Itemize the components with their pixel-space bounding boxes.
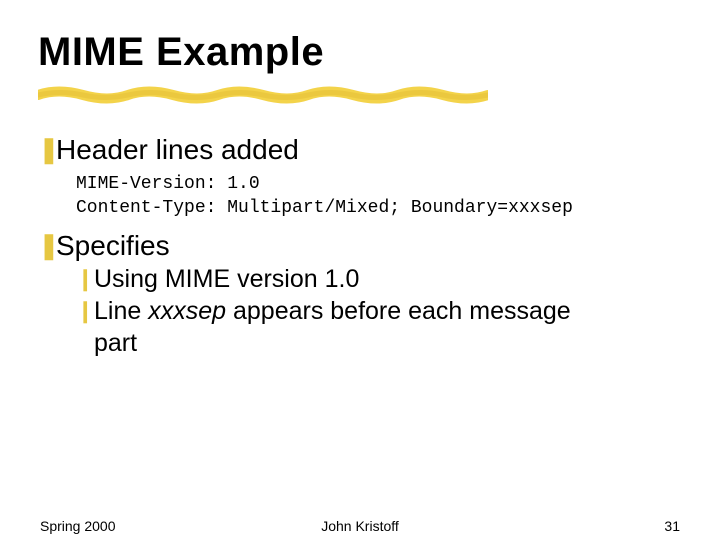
bullet-icon: ❙ — [76, 296, 94, 326]
code-line-1: MIME-Version: 1.0 — [76, 174, 260, 194]
sub-bullet-group: ❙ Using MIME version 1.0 ❙ Line xxxsep a… — [76, 264, 682, 358]
xxxsep-term: xxxsep — [148, 297, 226, 325]
slide-title: MIME Example — [38, 30, 324, 75]
bullet-header-lines: ❚ Header lines added — [38, 134, 682, 166]
sub-bullet-text-cont: part — [94, 328, 137, 358]
bullet-icon: ❚ — [38, 230, 56, 260]
sub-bullet-text: Using MIME version 1.0 — [94, 264, 359, 294]
code-line-2: Content-Type: Multipart/Mixed; Boundary=… — [76, 198, 573, 218]
bullet-text: Header lines added — [56, 134, 299, 166]
bullet-text: Specifies — [56, 230, 170, 262]
sub-bullet-separator-cont: part — [76, 328, 682, 358]
sub-bullet-separator: ❙ Line xxxsep appears before each messag… — [76, 296, 682, 326]
content-area: ❚ Header lines added MIME-Version: 1.0 C… — [38, 130, 682, 358]
footer-center: John Kristoff — [0, 518, 720, 534]
mime-header-code: MIME-Version: 1.0 Content-Type: Multipar… — [76, 172, 682, 220]
bullet-specifies: ❚ Specifies — [38, 230, 682, 262]
slide: MIME Example ❚ Header lines added MIME-V… — [0, 0, 720, 540]
bullet-icon: ❙ — [76, 264, 94, 294]
bullet-icon: ❚ — [38, 134, 56, 164]
sub-bullet-version: ❙ Using MIME version 1.0 — [76, 264, 682, 294]
footer-right: 31 — [664, 518, 680, 534]
sub-bullet-text: Line xxxsep appears before each message — [94, 296, 571, 326]
title-underline — [38, 86, 488, 104]
